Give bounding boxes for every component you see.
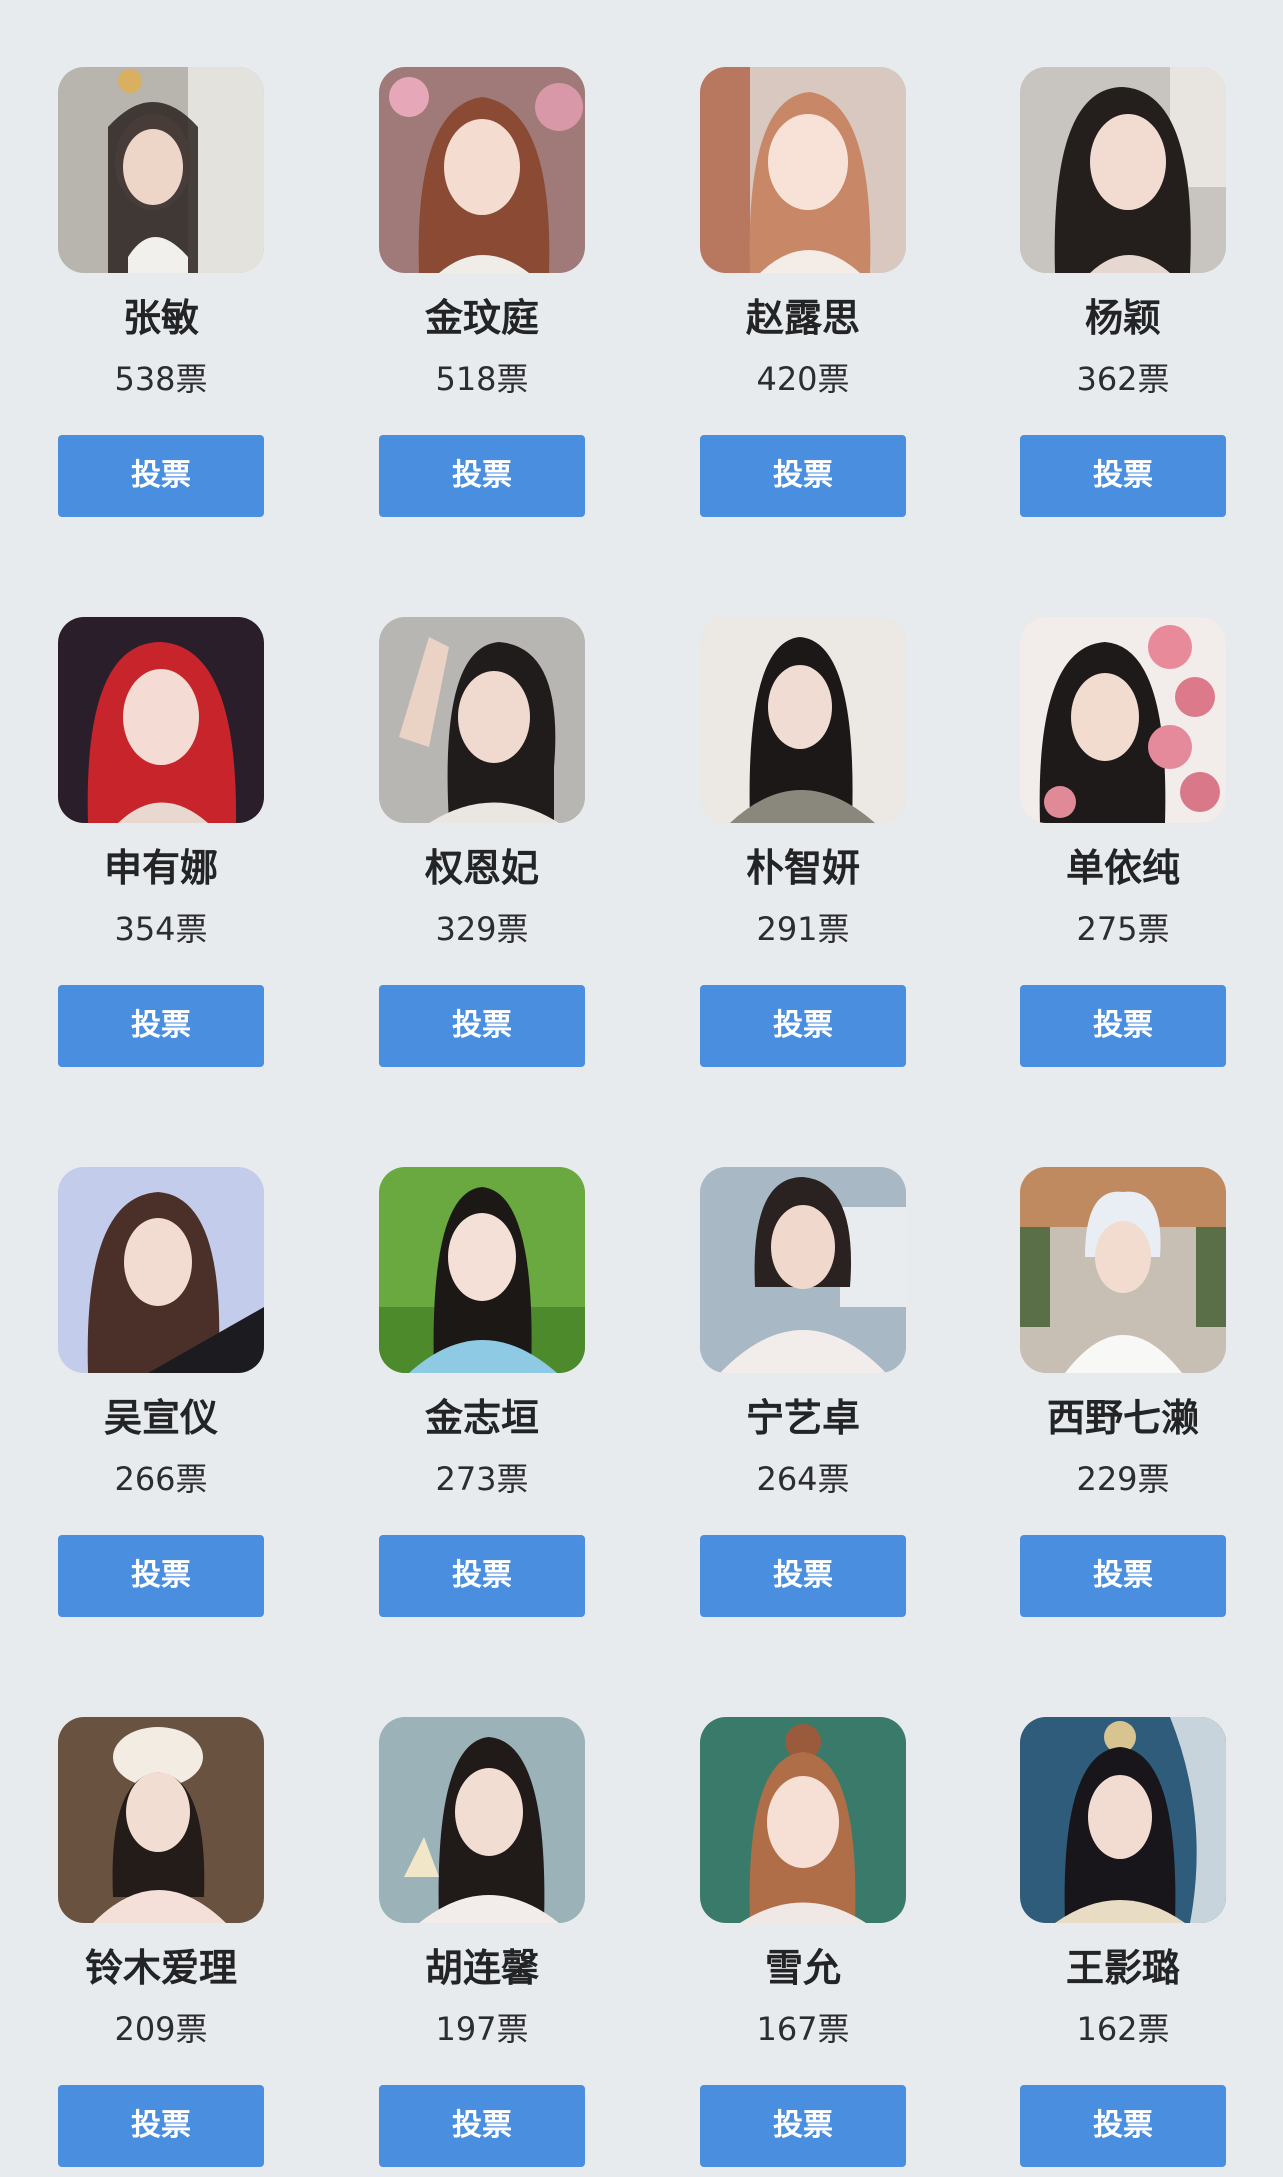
- candidate-photo: [379, 1717, 585, 1923]
- vote-button[interactable]: 投票: [379, 985, 585, 1067]
- candidate-card: 王影璐 162票 投票: [1020, 1717, 1226, 2167]
- candidate-photo: [58, 1717, 264, 1923]
- candidate-name: 申有娜: [103, 846, 218, 890]
- candidate-name: 宁艺卓: [745, 1396, 860, 1440]
- vote-button[interactable]: 投票: [379, 2085, 585, 2167]
- vote-button[interactable]: 投票: [379, 435, 585, 517]
- candidate-card: 西野七濑 229票 投票: [1020, 1167, 1226, 1617]
- vote-button[interactable]: 投票: [1020, 985, 1226, 1067]
- candidate-card: 铃木爱理 209票 投票: [58, 1717, 264, 2167]
- vote-count: 538票: [114, 360, 208, 398]
- candidate-grid: 张敏 538票 投票 金玟庭 518票 投票 赵露思 420票 投票 杨颖 36…: [0, 0, 1283, 2177]
- candidate-card: 金志垣 273票 投票: [379, 1167, 585, 1617]
- candidate-photo: [379, 617, 585, 823]
- candidate-card: 宁艺卓 264票 投票: [700, 1167, 906, 1617]
- candidate-card: 张敏 538票 投票: [58, 67, 264, 517]
- vote-button[interactable]: 投票: [700, 435, 906, 517]
- candidate-photo: [700, 1167, 906, 1373]
- vote-button[interactable]: 投票: [1020, 435, 1226, 517]
- candidate-card: 权恩妃 329票 投票: [379, 617, 585, 1067]
- candidate-card: 杨颖 362票 投票: [1020, 67, 1226, 517]
- candidate-name: 杨颖: [1084, 296, 1161, 340]
- candidate-card: 金玟庭 518票 投票: [379, 67, 585, 517]
- candidate-card: 吴宣仪 266票 投票: [58, 1167, 264, 1617]
- candidate-photo: [58, 617, 264, 823]
- vote-count: 362票: [1076, 360, 1170, 398]
- vote-button[interactable]: 投票: [700, 2085, 906, 2167]
- candidate-photo: [379, 1167, 585, 1373]
- candidate-name: 金志垣: [424, 1396, 539, 1440]
- vote-button[interactable]: 投票: [58, 1535, 264, 1617]
- candidate-photo: [1020, 67, 1226, 273]
- candidate-card: 申有娜 354票 投票: [58, 617, 264, 1067]
- candidate-name: 西野七濑: [1046, 1396, 1199, 1440]
- vote-count: 273票: [435, 1460, 529, 1498]
- candidate-name: 铃木爱理: [84, 1946, 237, 1990]
- vote-count: 329票: [435, 910, 529, 948]
- vote-count: 209票: [114, 2010, 208, 2048]
- vote-count: 167票: [756, 2010, 850, 2048]
- vote-count: 197票: [435, 2010, 529, 2048]
- vote-button[interactable]: 投票: [1020, 2085, 1226, 2167]
- vote-count: 229票: [1076, 1460, 1170, 1498]
- vote-button[interactable]: 投票: [1020, 1535, 1226, 1617]
- vote-button[interactable]: 投票: [700, 1535, 906, 1617]
- candidate-photo: [1020, 1717, 1226, 1923]
- candidate-card: 雪允 167票 投票: [700, 1717, 906, 2167]
- vote-count: 275票: [1076, 910, 1170, 948]
- candidate-photo: [700, 617, 906, 823]
- vote-button[interactable]: 投票: [58, 435, 264, 517]
- candidate-name: 朴智妍: [745, 846, 860, 890]
- candidate-name: 赵露思: [745, 296, 860, 340]
- candidate-photo: [700, 67, 906, 273]
- candidate-name: 吴宣仪: [103, 1396, 218, 1440]
- candidate-photo: [379, 67, 585, 273]
- candidate-card: 胡连馨 197票 投票: [379, 1717, 585, 2167]
- candidate-name: 权恩妃: [424, 846, 539, 890]
- candidate-photo: [1020, 1167, 1226, 1373]
- vote-count: 266票: [114, 1460, 208, 1498]
- vote-count: 420票: [756, 360, 850, 398]
- vote-count: 264票: [756, 1460, 850, 1498]
- candidate-name: 胡连馨: [424, 1946, 539, 1990]
- candidate-name: 单依纯: [1065, 846, 1180, 890]
- candidate-name: 张敏: [122, 296, 199, 340]
- candidate-name: 王影璐: [1065, 1946, 1180, 1990]
- vote-button[interactable]: 投票: [700, 985, 906, 1067]
- candidate-photo: [58, 67, 264, 273]
- vote-count: 518票: [435, 360, 529, 398]
- vote-button[interactable]: 投票: [58, 985, 264, 1067]
- vote-button[interactable]: 投票: [58, 2085, 264, 2167]
- vote-count: 162票: [1076, 2010, 1170, 2048]
- candidate-photo: [1020, 617, 1226, 823]
- vote-count: 291票: [756, 910, 850, 948]
- candidate-card: 朴智妍 291票 投票: [700, 617, 906, 1067]
- candidate-card: 单依纯 275票 投票: [1020, 617, 1226, 1067]
- vote-button[interactable]: 投票: [379, 1535, 585, 1617]
- candidate-photo: [58, 1167, 264, 1373]
- candidate-card: 赵露思 420票 投票: [700, 67, 906, 517]
- vote-count: 354票: [114, 910, 208, 948]
- candidate-photo: [700, 1717, 906, 1923]
- candidate-name: 金玟庭: [424, 296, 539, 340]
- candidate-name: 雪允: [764, 1946, 841, 1990]
